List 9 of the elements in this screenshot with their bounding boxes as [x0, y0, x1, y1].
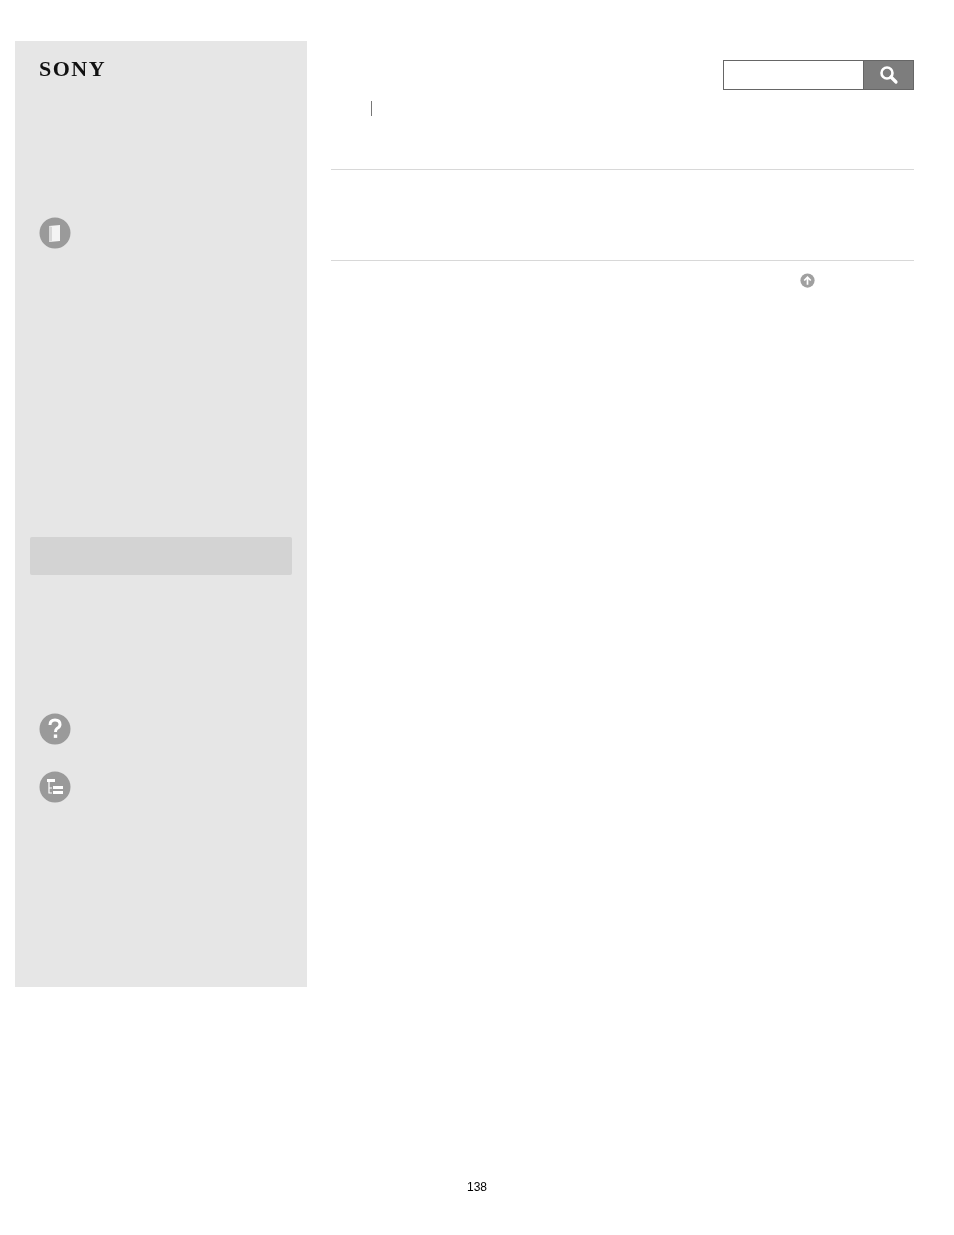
- tree-list-icon[interactable]: [39, 771, 71, 803]
- arrow-up-icon[interactable]: [800, 273, 815, 288]
- help-icon[interactable]: [39, 713, 71, 745]
- brand-logo[interactable]: SONY: [39, 58, 107, 80]
- search-icon: [878, 65, 899, 85]
- book-icon[interactable]: [39, 217, 71, 249]
- search-button[interactable]: [863, 60, 914, 90]
- search-field[interactable]: [723, 60, 863, 90]
- page-number: 138: [467, 1180, 487, 1194]
